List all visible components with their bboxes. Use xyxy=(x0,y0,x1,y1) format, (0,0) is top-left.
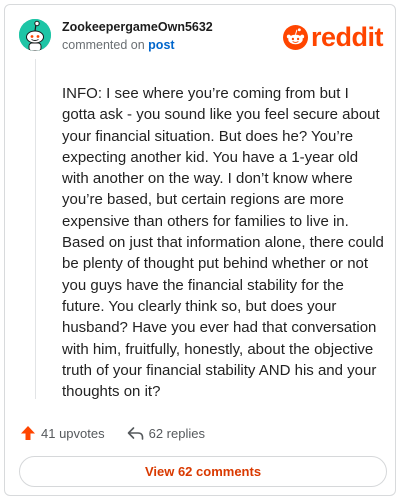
upvote-arrow-icon xyxy=(21,426,35,440)
replies-count: 62 replies xyxy=(148,425,205,441)
comment-card: ZookeepergameOwn5632 commented on post r… xyxy=(4,4,396,496)
replies-button[interactable]: 62 replies xyxy=(127,425,205,441)
reddit-logo: reddit xyxy=(283,22,384,52)
thread-line xyxy=(35,59,36,399)
upvote-count: 41 upvotes xyxy=(41,425,105,441)
meta-prefix: commented on xyxy=(62,38,145,52)
snoo-avatar-icon xyxy=(19,19,51,51)
reddit-wordmark: reddit xyxy=(311,22,384,52)
comment-body: INFO: I see where you’re coming from but… xyxy=(62,85,384,401)
comment-meta: commented on post xyxy=(62,38,175,52)
user-avatar[interactable] xyxy=(19,19,51,51)
username[interactable]: ZookeepergameOwn5632 xyxy=(62,20,213,34)
reddit-snoo-icon xyxy=(283,24,308,50)
view-comments-button[interactable]: View 62 comments xyxy=(19,456,387,487)
post-link[interactable]: post xyxy=(148,38,174,52)
upvote-button[interactable]: 41 upvotes xyxy=(20,425,105,441)
comment-actions: 41 upvotes 62 replies xyxy=(20,423,205,443)
reply-arrow-icon xyxy=(127,427,143,440)
